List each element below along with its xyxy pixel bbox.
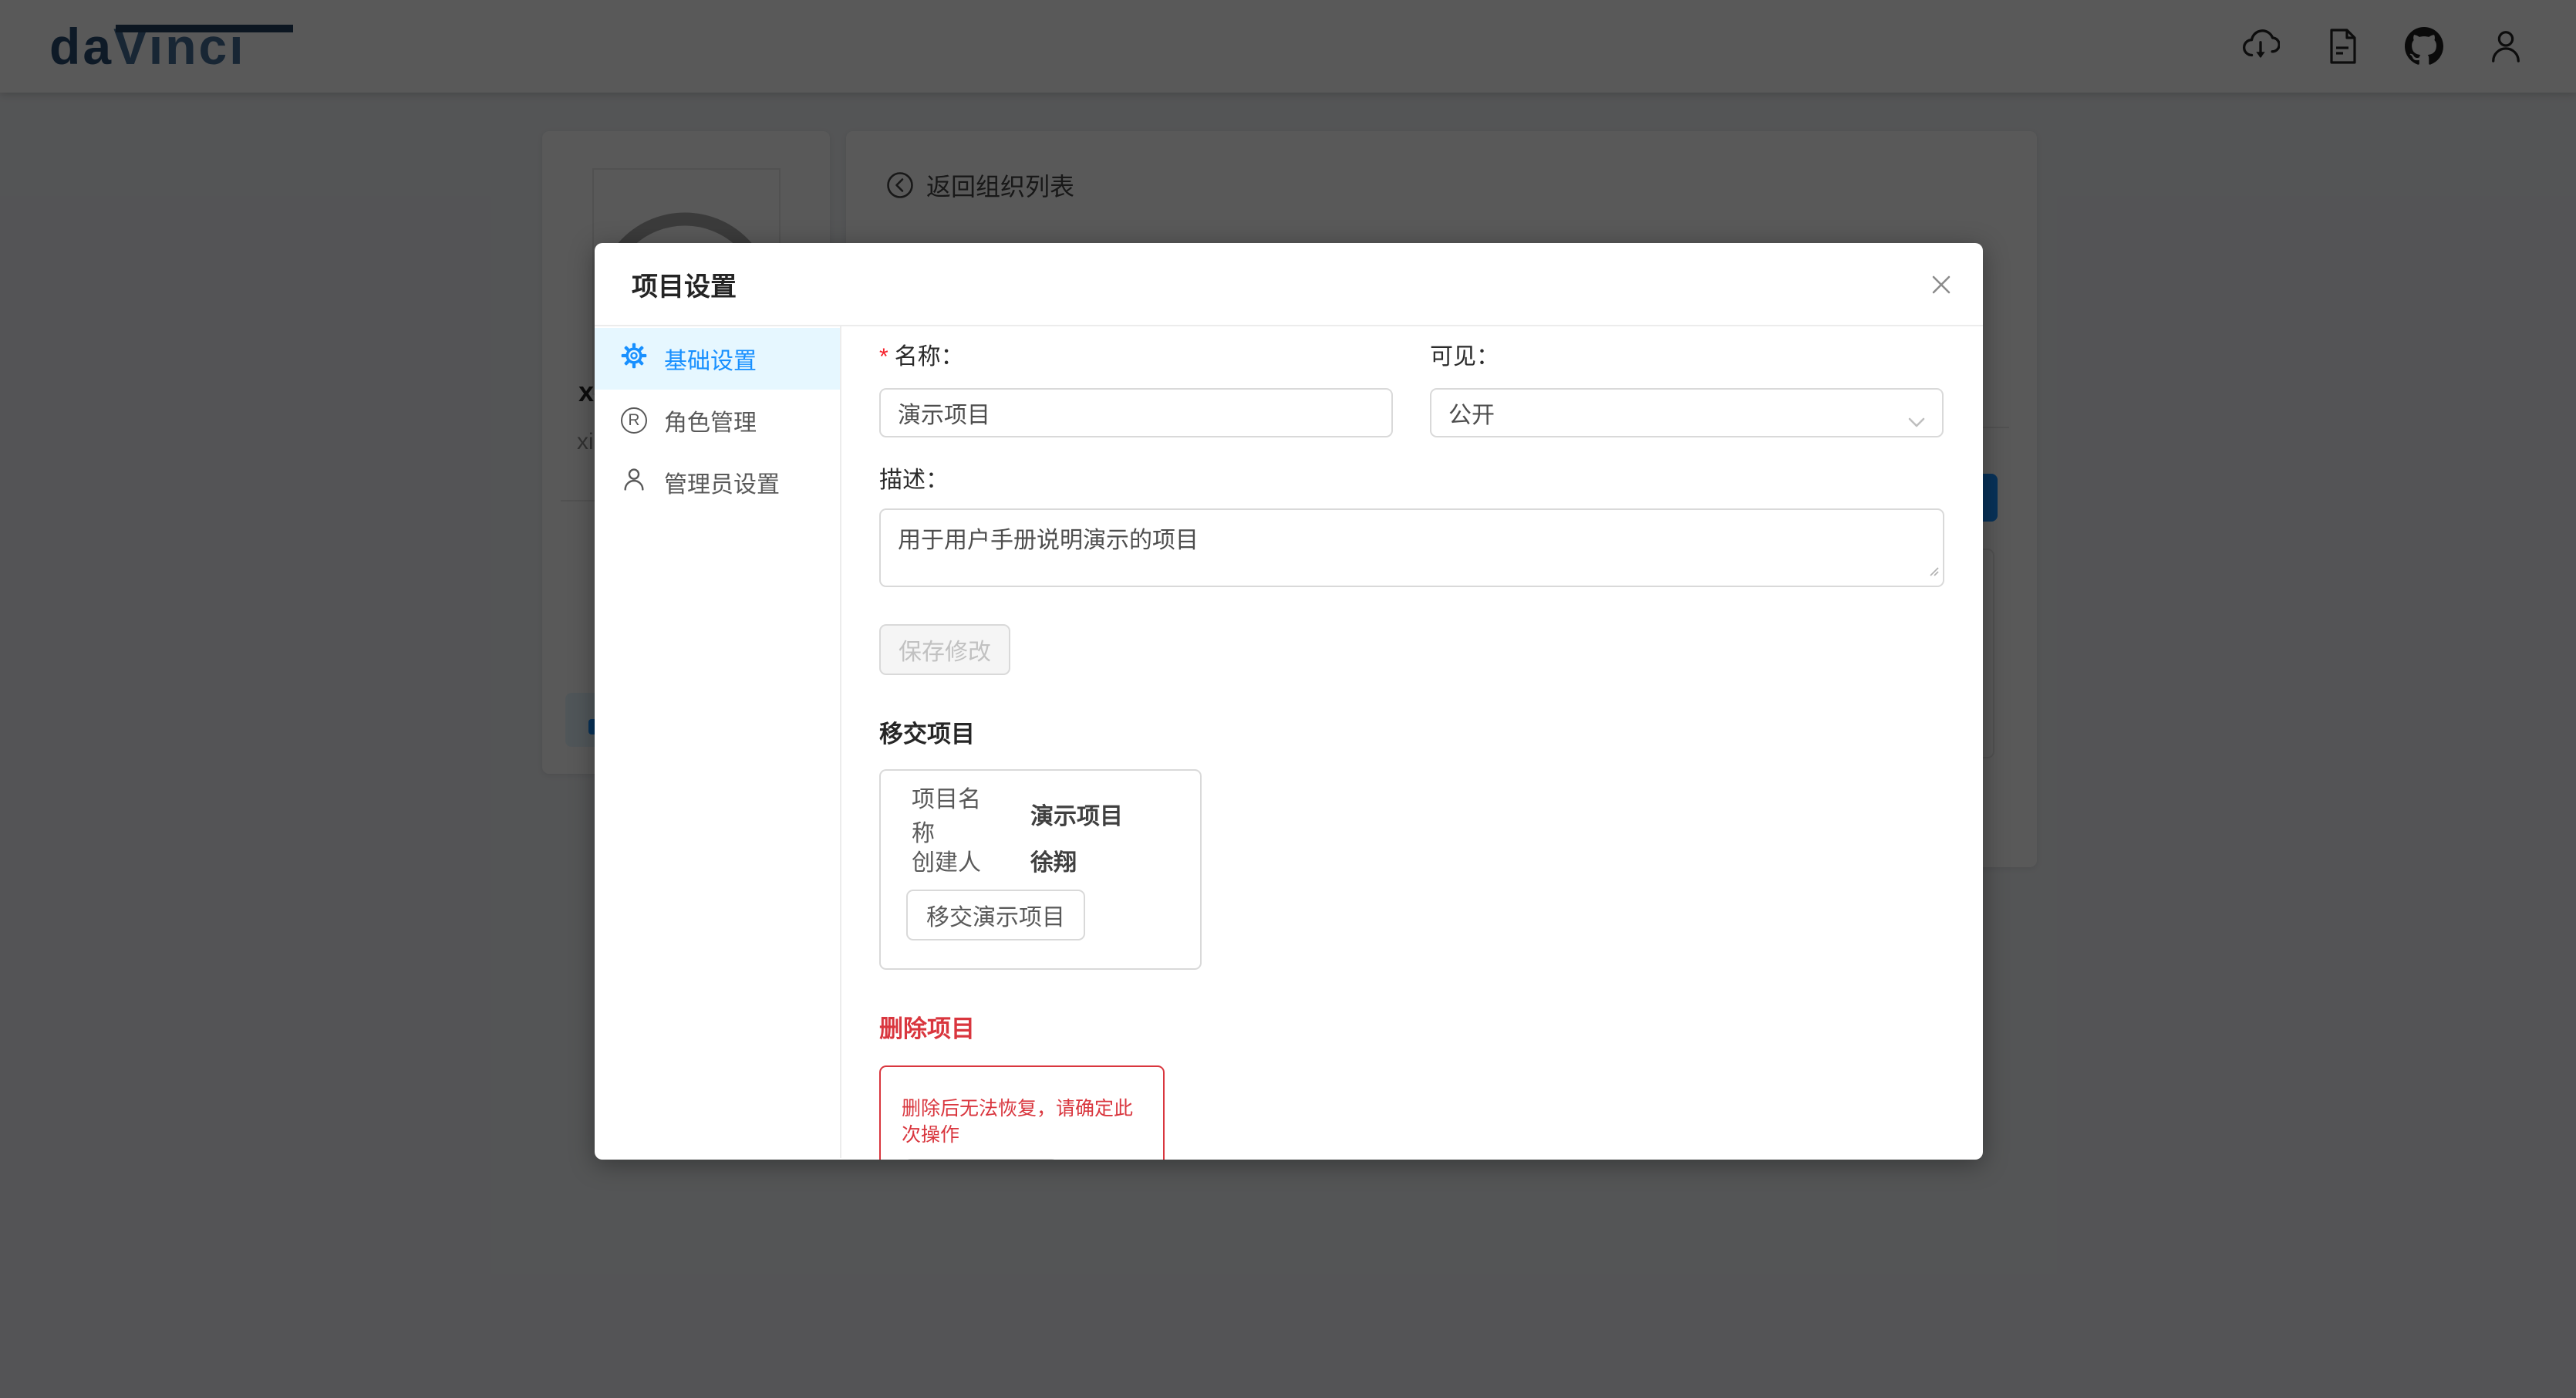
- transfer-row-creator: 创建人 徐翔: [912, 843, 1169, 877]
- gear-icon: [621, 343, 647, 375]
- name-label: *名称：: [879, 342, 1393, 373]
- delete-project-heading: 删除项目: [879, 1013, 1944, 1045]
- save-changes-button[interactable]: 保存修改: [879, 624, 1010, 675]
- r-circle-icon: R: [621, 407, 647, 434]
- visibility-select[interactable]: 公开: [1430, 388, 1944, 437]
- basic-settings-pane: *名称： 可见： 公开: [841, 326, 1983, 1158]
- delete-project-button[interactable]: 删除演示项目: [904, 1159, 1058, 1160]
- modal-title: 项目设置: [632, 265, 737, 303]
- project-settings-modal: 项目设置: [595, 243, 1983, 1160]
- modal-body: 基础设置 R 角色管理 管理员设置: [595, 326, 1983, 1158]
- close-icon[interactable]: [1920, 263, 1963, 306]
- visibility-label: 可见：: [1430, 342, 1944, 373]
- sidebar-item-admin-settings[interactable]: 管理员设置: [595, 451, 840, 513]
- description-textarea[interactable]: 用于用户手册说明演示的项目: [879, 508, 1944, 587]
- settings-sidebar: 基础设置 R 角色管理 管理员设置: [595, 326, 841, 1158]
- sidebar-item-label: 角色管理: [664, 404, 757, 437]
- sidebar-item-basic-settings[interactable]: 基础设置: [595, 328, 840, 390]
- transfer-project-box: 项目名称 演示项目 创建人 徐翔 移交演示项目: [879, 769, 1202, 970]
- project-name-input[interactable]: [879, 388, 1393, 437]
- sidebar-item-role-management[interactable]: R 角色管理: [595, 390, 840, 451]
- user-icon: [621, 466, 647, 498]
- resize-handle-icon[interactable]: [1927, 565, 1940, 581]
- sidebar-item-label: 管理员设置: [664, 465, 780, 499]
- delete-warning-text: 删除后无法恢复，请确定此次操作: [902, 1096, 1143, 1148]
- modal-header: 项目设置: [595, 243, 1983, 326]
- transfer-row-project-name: 项目名称 演示项目: [912, 797, 1169, 831]
- transfer-project-button[interactable]: 移交演示项目: [906, 890, 1085, 940]
- chevron-down-icon: [1908, 408, 1925, 434]
- sidebar-item-label: 基础设置: [664, 342, 757, 376]
- description-label: 描述：: [879, 465, 1944, 496]
- transfer-project-heading: 移交项目: [879, 718, 1944, 751]
- visibility-selected-value: 公开: [1448, 396, 1495, 430]
- required-mark: *: [879, 344, 888, 370]
- delete-project-box: 删除后无法恢复，请确定此次操作 删除演示项目: [879, 1065, 1165, 1160]
- app-root: da Vinci: [0, 0, 2576, 1398]
